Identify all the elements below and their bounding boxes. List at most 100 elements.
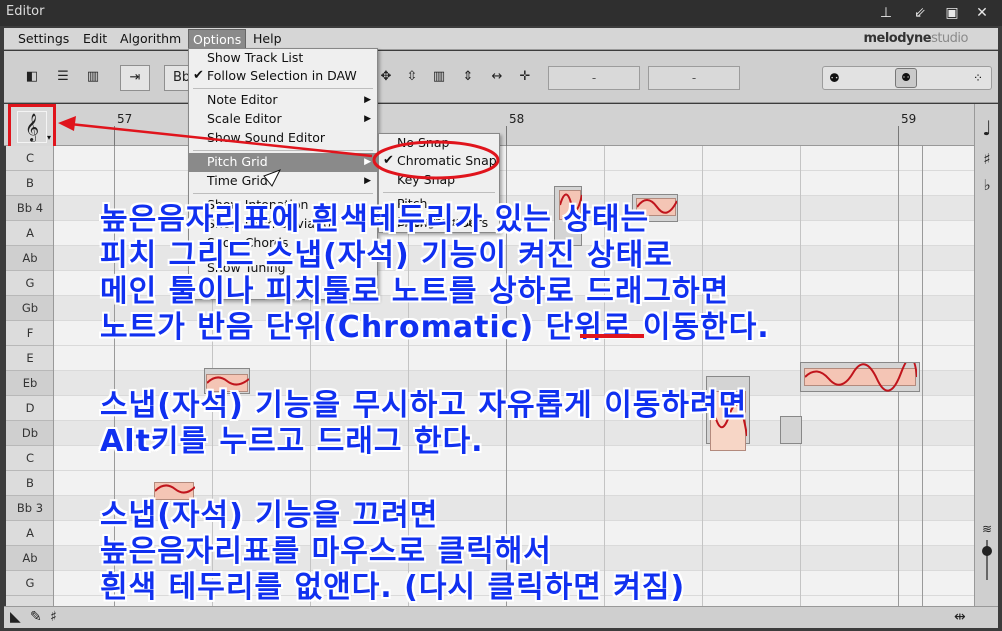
check-icon: ✔ (193, 68, 204, 83)
menu-item-label: Follow Selection in DAW (207, 68, 357, 83)
annotation-line: Alt키를 누르고 드래그 한다. (100, 424, 484, 459)
brand-logo: melodynestudio (863, 31, 968, 46)
slider-handle[interactable]: ⚉ (895, 68, 917, 88)
formant-tool-icon[interactable]: ▥ (426, 65, 452, 91)
beat-gridline (702, 146, 703, 606)
menu-item-pitch-grid[interactable]: Pitch Grid ▶ (189, 153, 377, 172)
right-tool-strip: ♩ ♯ ♭ ≋ (974, 104, 998, 606)
bar-number: 59 (901, 112, 917, 126)
pitch-key-label: C (6, 446, 53, 471)
menu-item-follow-selection[interactable]: ✔ Follow Selection in DAW (189, 67, 377, 86)
note-value-icon[interactable]: ♩ (977, 116, 997, 140)
blob-view-icon: ⚉ (829, 71, 840, 85)
menu-separator (193, 150, 373, 151)
pin-icon[interactable]: ⊥ (876, 3, 896, 23)
pitch-key-column: C B Bb 4 A Ab G Gb F E Eb D Db C B Bb 3 … (6, 146, 54, 606)
dense-view-icon: ⁘ (972, 71, 983, 85)
mixer-icon[interactable]: ☰ (50, 65, 76, 91)
pitch-key-label: F (6, 321, 53, 346)
annotation-line: 높은음자리표에 흰색테두리가 있는 상태는 (100, 202, 650, 237)
pitch-key-label: Ab (6, 546, 53, 571)
info-field-2[interactable]: - (648, 66, 740, 90)
pitch-key-label: G (6, 271, 53, 296)
flat-sign-icon[interactable]: ♭ (977, 176, 997, 194)
treble-clef-icon: 𝄞 (17, 111, 47, 143)
menu-item-key-snap[interactable]: Key Snap (379, 171, 499, 190)
bar-marker (506, 126, 507, 146)
submenu-arrow-icon: ▶ (364, 114, 371, 124)
pitch-key-label: A (6, 521, 53, 546)
menu-item-no-snap[interactable]: No Snap (379, 134, 499, 153)
window-title: Editor (6, 4, 45, 19)
annotation-line: 메인 툴이나 피치툴로 노트를 상하로 드래그하면 (100, 274, 730, 309)
bar-number: 57 (117, 112, 133, 126)
zoom-slider[interactable]: ⚉ ⚉ ⁘ (822, 66, 992, 90)
menu-algorithm[interactable]: Algorithm (120, 31, 181, 46)
pitch-key-label: A (6, 221, 53, 246)
annotation-line: 스냅(자석) 기능을 끄려면 (100, 498, 439, 533)
pitch-key-label: G (6, 571, 53, 596)
vertical-zoom-handle[interactable] (982, 546, 992, 556)
submenu-arrow-icon: ▶ (364, 176, 371, 186)
note-blob[interactable] (780, 416, 802, 444)
menu-item-label: Scale Editor (207, 111, 282, 126)
pitch-key-label: Db (6, 421, 53, 446)
menu-bar: Settings Edit Algorithm Options Help mel… (4, 28, 998, 50)
menu-item-show-sound-editor[interactable]: Show Sound Editor (189, 129, 377, 148)
layout-toggle-icon[interactable]: ◧ (20, 65, 44, 91)
amplitude-tool-icon[interactable]: ⇕ (456, 65, 480, 91)
menu-edit[interactable]: Edit (83, 31, 107, 46)
menu-item-label: Show Sound Editor (207, 130, 326, 145)
bar-gridline (922, 146, 923, 606)
pitch-key-label: Gb (6, 296, 53, 321)
menu-help[interactable]: Help (253, 31, 282, 46)
close-icon[interactable]: ✕ (972, 3, 992, 23)
fit-view-icon[interactable]: ⇹ (954, 609, 966, 625)
pitch-key-label: C (6, 146, 53, 171)
pitch-key-label: Eb (6, 371, 53, 396)
note-separation-icon[interactable]: ✛ (512, 65, 538, 91)
bottom-toolbar: ◣ ✎ ♯ ⇹ (4, 606, 998, 628)
submenu-arrow-icon: ▶ (364, 95, 371, 105)
pencil-tool-icon[interactable]: ✎ (30, 609, 42, 625)
dropdown-arrow-icon: ▾ (47, 133, 52, 142)
title-bar: Editor ⊥ ⇙ ▣ ✕ (0, 0, 1002, 26)
level-meter-icon[interactable]: ▥ (80, 65, 106, 91)
follow-playback-button[interactable]: ⇥ (120, 65, 150, 91)
pitch-key-label: Ab (6, 246, 53, 271)
menu-item-label: Show Track List (207, 50, 304, 65)
bar-ruler[interactable]: 57 58 59 (4, 104, 998, 146)
maximize-icon[interactable]: ▣ (942, 3, 962, 23)
menu-item-show-track-list[interactable]: Show Track List (189, 49, 377, 68)
menu-settings[interactable]: Settings (18, 31, 69, 46)
menu-item-label: Pitch Grid (207, 154, 268, 169)
menu-item-scale-editor[interactable]: Scale Editor ▶ (189, 110, 377, 129)
menu-options[interactable]: Options (188, 29, 247, 49)
bar-number: 58 (509, 112, 525, 126)
annotation-line: 흰색 테두리를 없앤다. (다시 클릭하면 켜짐) (100, 570, 686, 605)
info-field-1[interactable]: - (548, 66, 640, 90)
strikethrough-mark (580, 334, 644, 338)
pitch-key-label: Bb 4 (6, 196, 53, 221)
minimize-icon[interactable]: ⇙ (910, 3, 930, 23)
menu-item-chromatic-snap[interactable]: ✔ Chromatic Snap (379, 152, 499, 171)
pitch-modulation-icon[interactable]: ⇳ (400, 65, 424, 91)
time-tool-icon[interactable]: ↔ (484, 65, 510, 91)
pitch-key-label: B (6, 471, 53, 496)
menu-item-note-editor[interactable]: Note Editor ▶ (189, 91, 377, 110)
brand-main: melodyne (863, 31, 932, 46)
annotation-line: 피치 그리드 스냅(자석) 기능이 켜진 상태로 (100, 238, 673, 273)
wave-zoom-icon[interactable]: ≋ (977, 522, 997, 536)
note-blob[interactable] (804, 363, 917, 392)
annotation-line: 스냅(자석) 기능을 무시하고 자유롭게 이동하려면 (100, 388, 748, 423)
menu-item-label: Key Snap (397, 172, 456, 187)
submenu-arrow-icon: ▶ (364, 157, 371, 167)
sharp-icon[interactable]: ♯ (50, 609, 57, 625)
main-tool-icon[interactable]: ◣ (10, 609, 21, 625)
sharp-sign-icon[interactable]: ♯ (977, 150, 997, 168)
menu-separator (193, 88, 373, 89)
menu-item-time-grid[interactable]: Time Grid ▶ (189, 172, 377, 191)
bar-marker (114, 126, 115, 146)
menu-item-label: Chromatic Snap (397, 153, 497, 168)
pitch-grid-snap-button[interactable]: 𝄞 ▾ (8, 104, 56, 150)
